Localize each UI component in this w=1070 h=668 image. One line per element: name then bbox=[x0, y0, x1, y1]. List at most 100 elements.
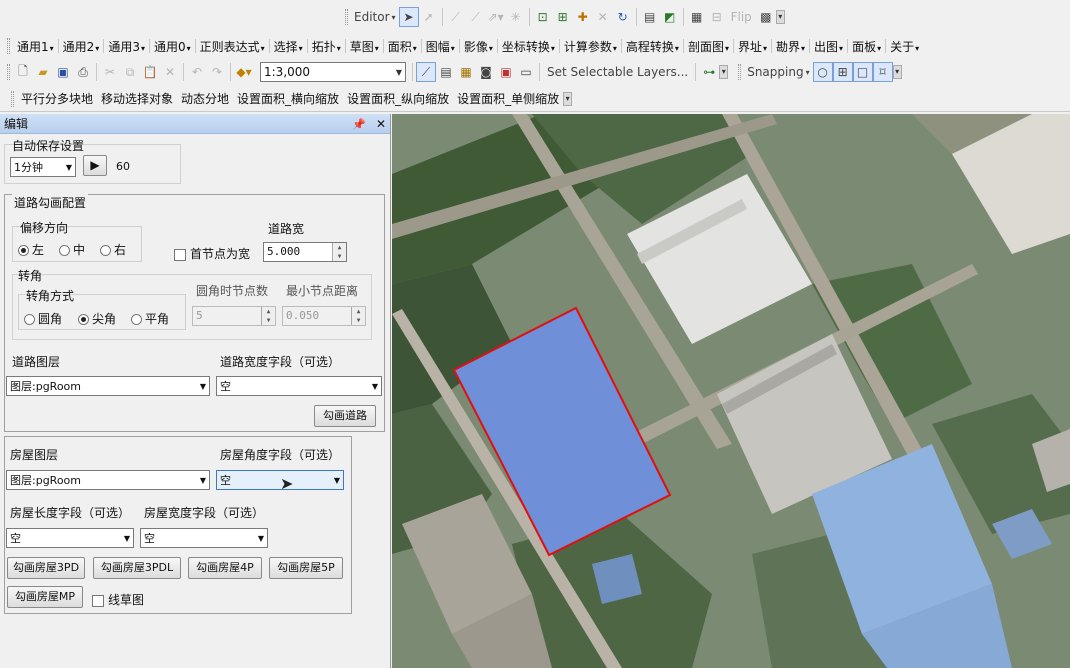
snap-grip[interactable] bbox=[738, 64, 742, 80]
menu-item[interactable]: 剖面图▾ bbox=[684, 38, 733, 55]
menu-item[interactable]: 界址▾ bbox=[734, 38, 771, 55]
menu-item[interactable]: 关于▾ bbox=[886, 38, 923, 55]
corner-sharp-radio[interactable]: 尖角 bbox=[78, 310, 116, 327]
menu-item[interactable]: 面板▾ bbox=[848, 38, 885, 55]
snap-options-icon[interactable]: ▾ bbox=[892, 65, 902, 79]
corner-round-radio[interactable]: 圆角 bbox=[24, 310, 62, 327]
menu-item[interactable]: 图幅▾ bbox=[422, 38, 459, 55]
road-width-field-select[interactable]: 空 ▼ bbox=[216, 376, 382, 396]
menu-item[interactable]: 出图▾ bbox=[810, 38, 847, 55]
rotate-icon[interactable]: ↻ bbox=[613, 7, 633, 27]
reshape-icon[interactable]: ⊞ bbox=[553, 7, 573, 27]
sketch-checkbox[interactable]: 线草图 bbox=[92, 591, 144, 608]
flip-grid-icon[interactable]: ▩ bbox=[756, 7, 776, 27]
menu-item[interactable]: 选择▾ bbox=[270, 38, 307, 55]
snapping-menu-button[interactable]: Snapping ▾ bbox=[744, 62, 812, 82]
edge-snap-icon[interactable]: ⌑ bbox=[872, 62, 893, 82]
draw-house-3pdl-button[interactable]: 勾画房屋3PDL bbox=[93, 557, 181, 579]
topology-icon[interactable]: ⊟ bbox=[707, 7, 727, 27]
copy-icon[interactable]: ⧉ bbox=[120, 62, 140, 82]
save-icon[interactable]: ▣ bbox=[53, 62, 73, 82]
create-features-icon[interactable]: ▦ bbox=[687, 7, 707, 27]
offset-right-radio[interactable]: 右 bbox=[100, 241, 126, 258]
undo-icon[interactable]: ↶ bbox=[187, 62, 207, 82]
first-node-checkbox[interactable]: 首节点为宽 bbox=[174, 245, 250, 262]
pin-icon[interactable]: 📌 bbox=[352, 118, 366, 131]
menu-item[interactable]: 高程转换▾ bbox=[622, 38, 683, 55]
model-builder-icon[interactable]: ⊶ bbox=[699, 62, 719, 82]
cut-icon[interactable]: ✂ bbox=[100, 62, 120, 82]
round-nodes-input[interactable]: 5 ▲ ▼ bbox=[192, 306, 276, 326]
custom-options-icon[interactable]: ▾ bbox=[563, 91, 573, 106]
menu-grip[interactable] bbox=[7, 38, 10, 54]
offset-center-radio[interactable]: 中 bbox=[59, 241, 85, 258]
draw-house-5p-button[interactable]: 勾画房屋5P bbox=[269, 557, 343, 579]
edit-tool-icon[interactable]: ➤ bbox=[398, 7, 419, 27]
offset-left-radio[interactable]: 左 bbox=[18, 241, 44, 258]
editor-menu-button[interactable]: Editor ▾ bbox=[351, 7, 399, 27]
corner-flat-radio[interactable]: 平角 bbox=[131, 310, 169, 327]
draw-house-4p-button[interactable]: 勾画房屋4P bbox=[188, 557, 262, 579]
house-width-select[interactable]: 空 ▼ bbox=[140, 528, 268, 548]
custom-tool-button[interactable]: 移动选择对象 bbox=[97, 90, 177, 107]
paste-icon[interactable]: 📋 bbox=[140, 62, 160, 82]
custom-tool-button[interactable]: 设置面积_单侧缩放 bbox=[453, 90, 563, 107]
house-layer-select[interactable]: 图层:pgRoom ▼ bbox=[6, 470, 210, 490]
menu-item[interactable]: 正则表达式▾ bbox=[196, 38, 269, 55]
menu-item[interactable]: 计算参数▾ bbox=[560, 38, 621, 55]
spinner-icon[interactable]: ▲ ▼ bbox=[261, 307, 275, 325]
cut-polygon-icon[interactable]: ✚ bbox=[573, 7, 593, 27]
std-options-icon[interactable]: ▾ bbox=[719, 65, 729, 79]
autosave-interval-select[interactable]: 1分钟 ▼ bbox=[10, 157, 76, 177]
menu-item[interactable]: 面积▾ bbox=[384, 38, 421, 55]
redo-icon[interactable]: ↷ bbox=[207, 62, 227, 82]
menu-item[interactable]: 通用1▾ bbox=[13, 38, 58, 55]
custom-tool-button[interactable]: 动态分地 bbox=[177, 90, 233, 107]
point-icon[interactable]: ✳ bbox=[506, 7, 526, 27]
sketch-properties-icon[interactable]: ◩ bbox=[660, 7, 680, 27]
catalog-icon[interactable]: ▦ bbox=[456, 62, 476, 82]
point-snap-icon[interactable]: ○ bbox=[812, 62, 833, 82]
table-of-contents-icon[interactable]: ▤ bbox=[436, 62, 456, 82]
draw-road-button[interactable]: 勾画道路 bbox=[314, 405, 376, 427]
attributes-icon[interactable]: ▤ bbox=[640, 7, 660, 27]
map-view[interactable] bbox=[392, 114, 1070, 668]
spinner-icon[interactable]: ▲ ▼ bbox=[351, 307, 365, 325]
draw-house-3pd-button[interactable]: 勾画房屋3PD bbox=[7, 557, 85, 579]
road-layer-select[interactable]: 图层:pgRoom ▼ bbox=[6, 376, 210, 396]
menu-item[interactable]: 通用3▾ bbox=[104, 38, 149, 55]
custom-grip[interactable] bbox=[11, 90, 14, 107]
min-dist-input[interactable]: 0.050 ▲ ▼ bbox=[282, 306, 366, 326]
vertex-snap-icon[interactable]: □ bbox=[852, 62, 873, 82]
close-icon[interactable]: ✕ bbox=[376, 117, 386, 131]
end-snap-icon[interactable]: ⊞ bbox=[832, 62, 853, 82]
endpoint-arc-icon[interactable]: ⟋ bbox=[466, 7, 486, 27]
edit-annotation-icon[interactable]: ➚ bbox=[419, 7, 439, 27]
menu-item[interactable]: 坐标转换▾ bbox=[498, 38, 559, 55]
split-icon[interactable]: ✕ bbox=[593, 7, 613, 27]
house-length-select[interactable]: 空 ▼ bbox=[6, 528, 134, 548]
new-icon[interactable]: 🗋 bbox=[13, 62, 33, 82]
add-data-icon[interactable]: ◆▾ bbox=[234, 62, 254, 82]
open-icon[interactable]: ▰ bbox=[33, 62, 53, 82]
delete-icon[interactable]: ✕ bbox=[160, 62, 180, 82]
scale-combo[interactable]: 1:3,000 ▼ bbox=[260, 62, 406, 82]
menu-item[interactable]: 草图▾ bbox=[346, 38, 383, 55]
custom-tool-button[interactable]: 平行分多块地 bbox=[17, 90, 97, 107]
print-icon[interactable]: ⎙ bbox=[73, 62, 93, 82]
search-window-icon[interactable]: ◙ bbox=[476, 62, 496, 82]
straight-segment-icon[interactable]: ⟋ bbox=[446, 7, 466, 27]
python-window-icon[interactable]: ▭ bbox=[516, 62, 536, 82]
menu-item[interactable]: 影像▾ bbox=[460, 38, 497, 55]
flip-button[interactable]: Flip bbox=[727, 7, 756, 27]
editor-toolbar-icon[interactable]: ⟋ bbox=[416, 62, 436, 82]
play-button[interactable]: ▶ bbox=[83, 155, 107, 176]
menu-item[interactable]: 通用2▾ bbox=[59, 38, 104, 55]
custom-tool-button[interactable]: 设置面积_横向缩放 bbox=[233, 90, 343, 107]
menu-item[interactable]: 通用0▾ bbox=[150, 38, 195, 55]
road-width-input[interactable]: 5.000 ▲ ▼ bbox=[263, 242, 347, 262]
menu-item[interactable]: 勘界▾ bbox=[772, 38, 809, 55]
toolbar-grip[interactable] bbox=[345, 9, 348, 25]
menu-item[interactable]: 拓扑▾ bbox=[308, 38, 345, 55]
trace-icon[interactable]: ⇗▾ bbox=[486, 7, 506, 27]
